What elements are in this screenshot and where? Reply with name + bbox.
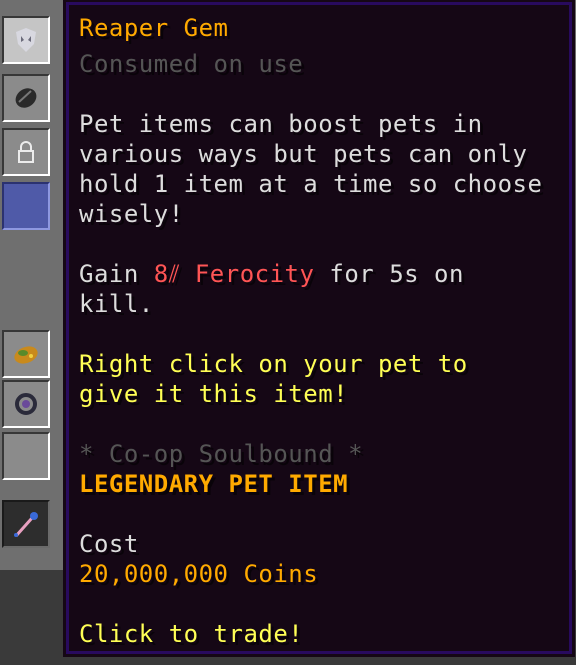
item-title: Reaper Gem [79,14,229,42]
slot-empty-1[interactable] [2,182,50,230]
rarity-label: LEGENDARY PET ITEM [79,470,349,498]
cost-value: 20,000,000 Coins [79,560,319,588]
slot-ring[interactable] [2,380,50,428]
item-tooltip: Reaper Gem Consumed on use Pet items can… [63,0,575,657]
description-line: hold 1 item at a time so choose [79,170,543,198]
description-line: wisely! [79,200,184,228]
ability-line-2: kill. [79,290,154,318]
item-subtitle: Consumed on use [79,50,304,78]
reaper-gem-icon [16,28,36,52]
slot-golden-carrot[interactable] [2,330,50,378]
ability-prefix: Gain [79,260,154,288]
slot-empty-2[interactable] [2,432,50,480]
ender-ring-icon [15,393,37,415]
coal-item-icon [15,88,37,108]
trade-action: Click to trade! [79,620,304,648]
ability-line: Gain 8⫽ Ferocity for 5s on [79,259,464,289]
slot-reaper-gem[interactable] [2,16,50,64]
instruction-line: Right click on your pet to [79,350,468,378]
wand-icon [14,512,38,537]
lock-icon [18,141,34,163]
slot-locked[interactable] [2,128,50,176]
cost-label: Cost [79,530,139,558]
ability-suffix: for 5s on [314,260,464,288]
instruction-line: give it this item! [79,380,349,408]
description-line: Pet items can boost pets in [79,110,483,138]
ferocity-stat: 8⫽ Ferocity [153,260,315,288]
slot-coal[interactable] [2,74,50,122]
description-line: various ways but pets can only [79,140,528,168]
soulbound-label: * Co-op Soulbound * [79,440,364,468]
slot-wand[interactable] [2,500,50,548]
golden-carrot-icon [14,346,38,364]
